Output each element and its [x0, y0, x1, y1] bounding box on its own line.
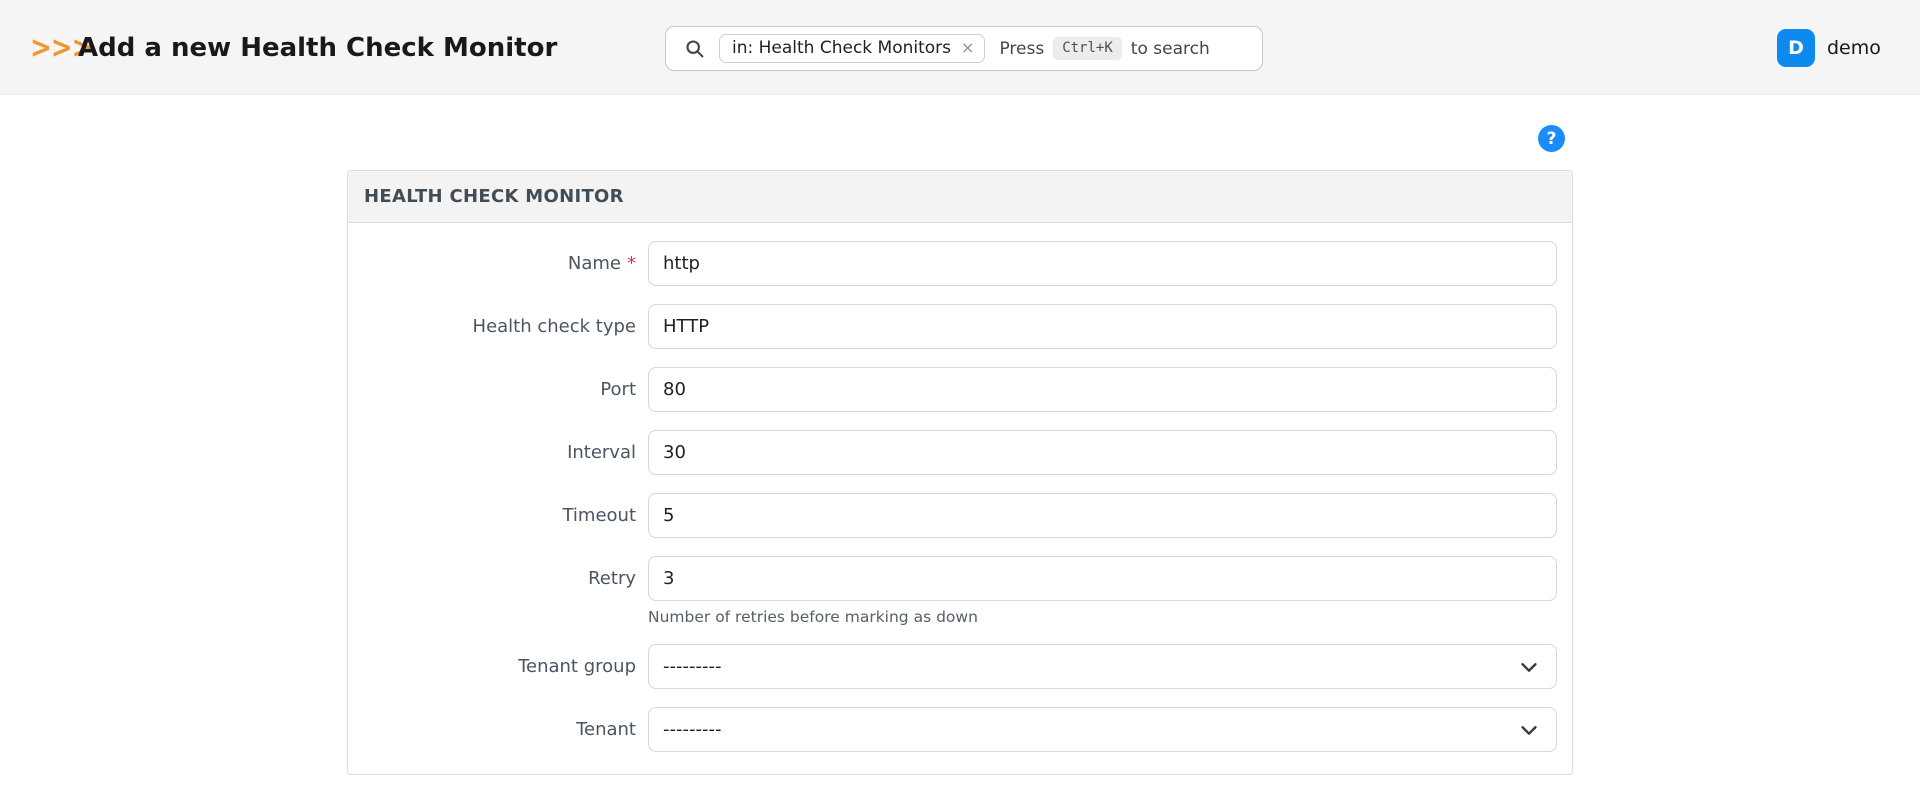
form-row-retry: Retry Number of retries before marking a… [363, 556, 1557, 626]
help-button[interactable]: ? [1538, 125, 1565, 152]
port-label: Port [363, 367, 648, 412]
chip-remove-icon[interactable]: × [961, 40, 974, 56]
search-filter-chip[interactable]: in: Health Check Monitors × [719, 34, 985, 63]
tenant-group-select[interactable]: --------- [648, 644, 1557, 689]
search-input[interactable]: in: Health Check Monitors × Press Ctrl+K… [665, 26, 1263, 71]
tenant-select[interactable]: --------- [648, 707, 1557, 752]
form-row-tenant-group: Tenant group --------- [363, 644, 1557, 689]
search-icon [684, 38, 705, 59]
timeout-field[interactable] [648, 493, 1557, 538]
page-title: Add a new Health Check Monitor [78, 0, 557, 95]
interval-field[interactable] [648, 430, 1557, 475]
name-label: Name * [363, 241, 648, 286]
search-hint: Press Ctrl+K to search [999, 37, 1209, 60]
tenant-label: Tenant [363, 707, 648, 752]
form-row-health-check-type: Health check type [363, 304, 1557, 349]
card-body: Name * Health check type Port [348, 223, 1572, 774]
chevron-down-icon [1518, 656, 1540, 678]
health-check-type-label: Health check type [363, 304, 648, 349]
interval-label: Interval [363, 430, 648, 475]
retry-help-text: Number of retries before marking as down [648, 608, 1557, 626]
health-check-type-field[interactable] [648, 304, 1557, 349]
form-row-timeout: Timeout [363, 493, 1557, 538]
top-bar: >>> Add a new Health Check Monitor in: H… [0, 0, 1920, 95]
avatar: D [1777, 29, 1815, 67]
card-title: HEALTH CHECK MONITOR [364, 186, 624, 207]
search-hint-prefix: Press [999, 39, 1044, 59]
tenant-group-label: Tenant group [363, 644, 648, 689]
timeout-label: Timeout [363, 493, 648, 538]
tenant-group-select-value: --------- [663, 656, 721, 677]
retry-field[interactable] [648, 556, 1557, 601]
form-row-port: Port [363, 367, 1557, 412]
card-header: HEALTH CHECK MONITOR [348, 171, 1572, 223]
user-menu[interactable]: D demo [1777, 28, 1881, 68]
chevron-down-icon [1518, 719, 1540, 741]
search-filter-chip-label: in: Health Check Monitors [732, 38, 951, 58]
required-asterisk: * [627, 253, 636, 274]
name-field[interactable] [648, 241, 1557, 286]
retry-label: Retry [363, 556, 648, 601]
ctrl-k-kbd: Ctrl+K [1053, 37, 1122, 60]
health-check-monitor-card: HEALTH CHECK MONITOR Name * Health check… [347, 170, 1573, 775]
form-row-interval: Interval [363, 430, 1557, 475]
search-hint-suffix: to search [1131, 39, 1210, 59]
form-row-name: Name * [363, 241, 1557, 286]
port-field[interactable] [648, 367, 1557, 412]
form-row-tenant: Tenant --------- [363, 707, 1557, 752]
username: demo [1827, 37, 1881, 59]
tenant-select-value: --------- [663, 719, 721, 740]
